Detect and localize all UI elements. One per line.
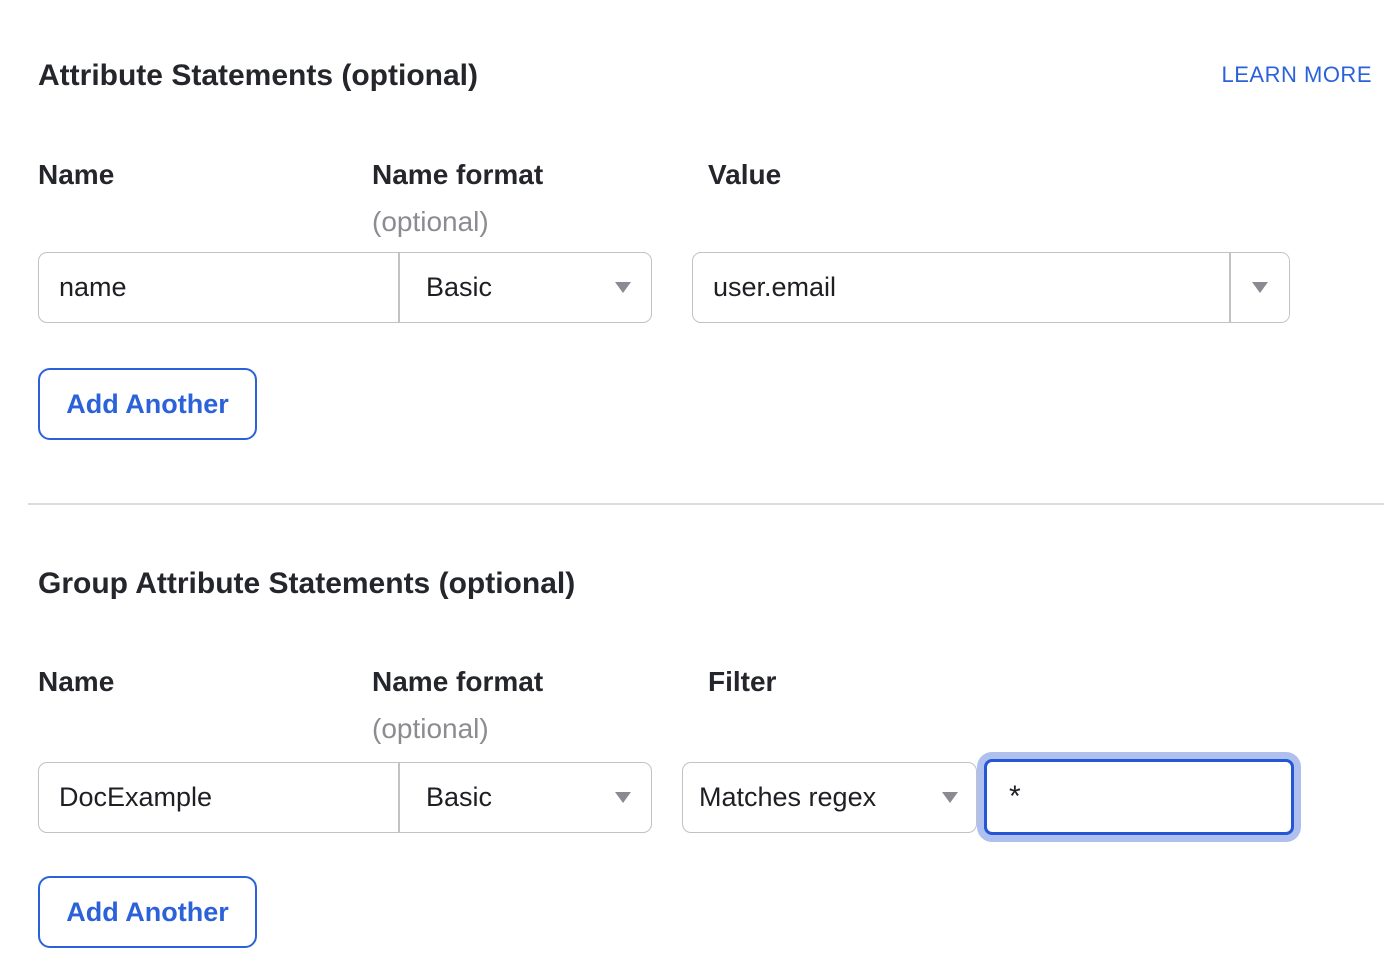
add-another-attribute-button[interactable]: Add Another — [38, 368, 257, 440]
group-filter-value-input[interactable] — [984, 759, 1294, 835]
attribute-column-labels: Name Name format (optional) Value — [38, 158, 1384, 239]
group-column-labels: Name Name format (optional) Filter — [38, 665, 1384, 746]
group-name-column-label: Name — [38, 665, 372, 699]
group-filter-type-select[interactable]: Matches regex — [682, 762, 977, 833]
attribute-value-combobox — [692, 252, 1290, 323]
section-divider — [28, 503, 1384, 505]
dropdown-arrow-icon — [615, 282, 631, 293]
dropdown-arrow-icon — [615, 792, 631, 803]
attribute-statement-row: Basic — [38, 252, 1384, 323]
name-format-column-label: Name format — [372, 158, 708, 192]
name-format-optional-hint: (optional) — [372, 205, 708, 239]
attribute-name-format-selected-value: Basic — [426, 272, 492, 303]
group-name-format-select[interactable]: Basic — [398, 763, 651, 832]
attribute-name-format-select[interactable]: Basic — [398, 253, 651, 322]
name-column-label: Name — [38, 158, 372, 192]
group-filter-value-focus-ring — [977, 752, 1301, 842]
group-name-and-format-group: Basic — [38, 762, 652, 833]
group-name-format-column-label: Name format — [372, 665, 708, 699]
saml-settings-form: Attribute Statements (optional) LEARN MO… — [0, 0, 1384, 948]
dropdown-arrow-icon — [942, 792, 958, 803]
attribute-value-dropdown-button[interactable] — [1229, 253, 1289, 322]
filter-column-label: Filter — [708, 665, 1384, 699]
attribute-name-input[interactable] — [39, 253, 398, 322]
add-another-group-attribute-button[interactable]: Add Another — [38, 876, 257, 948]
group-attribute-name-input[interactable] — [39, 763, 398, 832]
attribute-statements-title: Attribute Statements (optional) — [38, 58, 478, 94]
group-name-format-optional-hint: (optional) — [372, 712, 708, 746]
dropdown-arrow-icon — [1252, 282, 1268, 293]
name-and-format-group: Basic — [38, 252, 652, 323]
group-attribute-statements-title: Group Attribute Statements (optional) — [38, 566, 1384, 602]
group-filter-type-selected-value: Matches regex — [699, 782, 876, 813]
group-name-format-selected-value: Basic — [426, 782, 492, 813]
value-column-label: Value — [708, 158, 1384, 192]
group-attribute-statement-row: Basic Matches regex — [38, 752, 1384, 842]
attribute-value-input[interactable] — [693, 253, 1229, 322]
attribute-statements-header: Attribute Statements (optional) LEARN MO… — [38, 58, 1384, 94]
learn-more-link[interactable]: LEARN MORE — [1222, 62, 1372, 88]
